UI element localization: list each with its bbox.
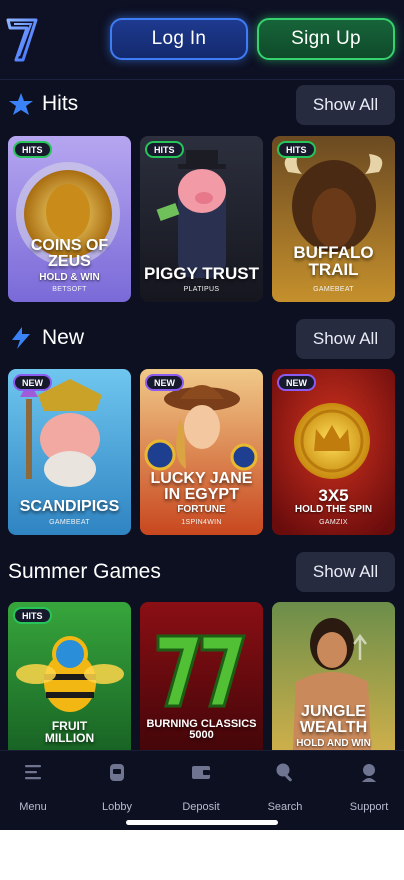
nav-item-support[interactable]: Support (329, 761, 404, 821)
nav-label: Menu (19, 801, 47, 813)
game-card-3x5[interactable]: NEW 3X5 HOLD THE SPIN GAMZIX (272, 369, 395, 535)
game-provider: GAMZIX (319, 519, 348, 526)
nav-item-deposit[interactable]: Deposit (161, 761, 241, 821)
game-title: BUFFALO TRAIL (293, 243, 374, 279)
new-show-all-button[interactable]: Show All (296, 319, 395, 359)
game-provider: 1SPIN4WIN (181, 519, 222, 526)
section-title-summer-games: Summer Games (8, 560, 161, 584)
nav-item-menu[interactable]: Menu (0, 761, 73, 821)
game-subtitle: FORTUNE (177, 504, 226, 515)
game-card-coins-of-zeus[interactable]: HITS COINS OF ZEUS HOLD & WIN BETSOFT (8, 136, 131, 302)
game-title: BURNING CLASSICS 5000 (146, 718, 257, 741)
home-indicator[interactable] (126, 820, 278, 825)
section-title-new: New (8, 326, 84, 350)
game-card-buffalo-trail[interactable]: HITS BUFFALO TRAIL GAMEBEAT (272, 136, 395, 302)
nav-item-lobby[interactable]: Lobby (77, 761, 157, 821)
hits-badge: HITS (277, 141, 316, 158)
game-title: COINS OF ZEUS (30, 237, 109, 270)
support-agent-icon (362, 764, 376, 782)
game-card-piggy-trust[interactable]: HITS PIGGY TRUST PLATIPUS (140, 136, 263, 302)
game-card-burning-classics-5000[interactable]: BURNING CLASSICS 5000 (140, 602, 263, 768)
new-badge: NEW (13, 374, 52, 391)
app-screen: Log In Sign Up Hits Show All HITS COINS … (0, 0, 404, 830)
game-title: LUCKY JANE IN EGYPT (150, 470, 253, 503)
game-subtitle: HOLD AND WIN (296, 738, 371, 749)
game-subtitle: HOLD & WIN (39, 272, 100, 283)
game-title: FRUIT MILLION (44, 719, 95, 745)
section-summer-label: Summer Games (8, 560, 161, 583)
game-provider: PLATIPUS (183, 286, 220, 293)
nav-label: Lobby (102, 801, 132, 813)
game-title: PIGGY TRUST (144, 264, 259, 283)
game-provider: GAMEBEAT (49, 519, 90, 526)
nav-item-search[interactable]: Search (245, 761, 325, 821)
new-badge: NEW (145, 374, 184, 391)
hits-badge: HITS (13, 141, 52, 158)
game-card-scandipigs[interactable]: NEW SCANDIPIGS GAMEBEAT (8, 369, 131, 535)
game-title: 3X5 (318, 486, 349, 505)
game-card-fruit-million[interactable]: HITS FRUIT MILLION (8, 602, 131, 768)
game-card-jungle-wealth[interactable]: JUNGLE WEALTH HOLD AND WIN (272, 602, 395, 768)
game-provider: GAMEBEAT (313, 286, 354, 293)
bottom-navigation: Menu Lobby Deposit Search Support (0, 750, 404, 830)
hits-badge: HITS (13, 607, 52, 624)
game-card-lucky-jane-in-egypt[interactable]: NEW LUCKY JANE IN EGYPT FORTUNE 1SPIN4WI… (140, 369, 263, 535)
slot-machine-icon (110, 764, 124, 781)
hits-badge: HITS (145, 141, 184, 158)
login-button[interactable]: Log In (110, 18, 248, 60)
section-hits-label: Hits (42, 92, 79, 115)
new-badge: NEW (277, 374, 316, 391)
game-title: SCANDIPIGS (19, 498, 120, 515)
seven-logo-icon[interactable] (6, 16, 38, 62)
nav-label: Deposit (182, 801, 220, 813)
wallet-icon (192, 766, 210, 779)
lightning-icon (12, 327, 30, 349)
section-title-hits: Hits (8, 92, 78, 116)
signup-button[interactable]: Sign Up (257, 18, 395, 60)
top-header: Log In Sign Up (0, 0, 404, 80)
star-icon (9, 93, 33, 115)
search-icon (276, 763, 292, 782)
section-new-label: New (42, 326, 85, 349)
summer-show-all-button[interactable]: Show All (296, 552, 395, 592)
menu-icon (25, 765, 41, 780)
game-title: JUNGLE WEALTH (299, 703, 368, 736)
game-art (140, 602, 263, 768)
nav-label: Support (349, 801, 389, 813)
nav-label: Search (267, 801, 303, 813)
hits-show-all-button[interactable]: Show All (296, 85, 395, 125)
game-subtitle: HOLD THE SPIN (294, 504, 373, 515)
game-provider: BETSOFT (52, 286, 87, 293)
